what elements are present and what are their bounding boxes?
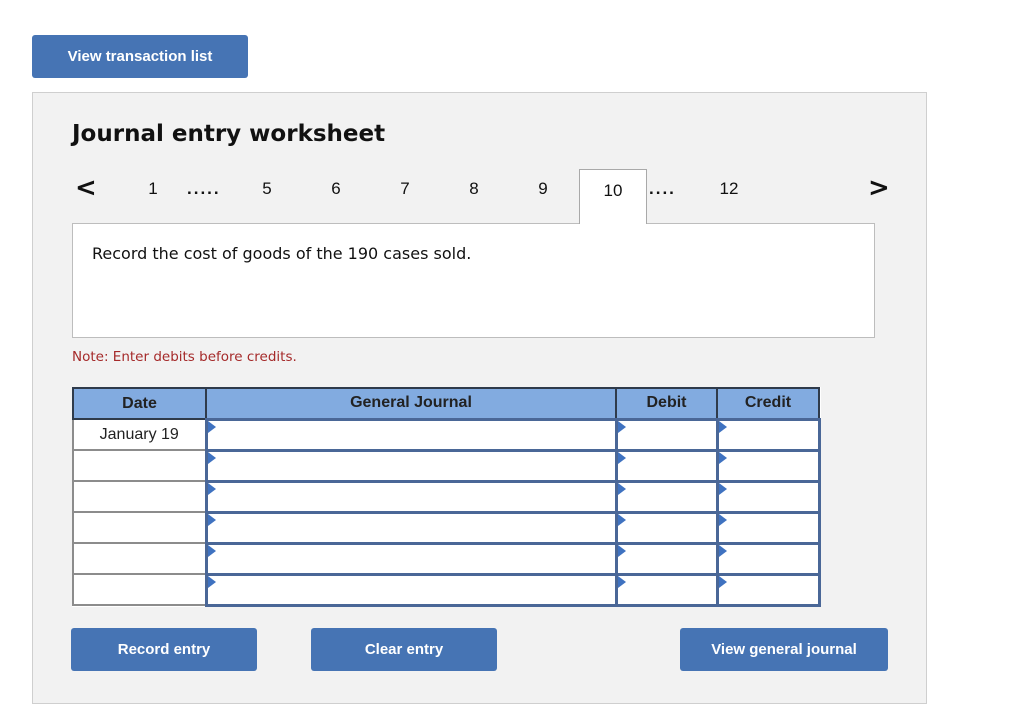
dropdown-indicator-icon — [207, 420, 216, 433]
credit-input-cell — [715, 479, 821, 514]
credit-input-cell — [715, 541, 821, 576]
credit-input-cell — [715, 448, 821, 483]
debit-input-cell — [614, 479, 719, 514]
general-journal-input[interactable] — [207, 575, 615, 604]
credit-input[interactable] — [718, 544, 818, 573]
column-header-credit: Credit — [716, 387, 820, 420]
dropdown-indicator-icon — [617, 482, 626, 495]
table-header-row: Date General Journal Debit Credit — [72, 387, 820, 420]
date-cell — [72, 573, 207, 606]
dropdown-indicator-icon — [207, 544, 216, 557]
debit-input[interactable] — [617, 544, 716, 573]
nav-item-12[interactable]: 12 — [717, 173, 741, 205]
dropdown-indicator-icon — [617, 420, 626, 433]
column-header-debit: Debit — [615, 387, 718, 420]
column-header-general-journal: General Journal — [205, 387, 617, 420]
dropdown-indicator-icon — [718, 482, 727, 495]
debit-input-cell — [614, 572, 719, 607]
dropdown-indicator-icon — [718, 544, 727, 557]
debit-input-cell — [614, 417, 719, 452]
credit-input[interactable] — [718, 482, 818, 511]
view-transaction-list-button[interactable]: View transaction list — [32, 35, 248, 78]
debit-input[interactable] — [617, 575, 716, 604]
prompt-text: Record the cost of goods of the 190 case… — [92, 244, 472, 263]
prompt-box: Record the cost of goods of the 190 case… — [72, 223, 875, 338]
date-cell — [72, 542, 207, 575]
debit-input[interactable] — [617, 451, 716, 480]
table-row — [72, 479, 821, 514]
nav-item-5[interactable]: 5 — [259, 173, 275, 205]
general-journal-input[interactable] — [207, 420, 615, 449]
table-row: January 19 — [72, 417, 821, 452]
debit-input[interactable] — [617, 420, 716, 449]
nav-ellipsis: ..... — [187, 179, 221, 198]
debit-input[interactable] — [617, 513, 716, 542]
general-journal-input[interactable] — [207, 513, 615, 542]
debit-input[interactable] — [617, 482, 716, 511]
table-row — [72, 572, 821, 607]
dropdown-indicator-icon — [617, 451, 626, 464]
record-entry-button[interactable]: Record entry — [71, 628, 257, 671]
nav-item-6[interactable]: 6 — [328, 173, 344, 205]
dropdown-indicator-icon — [718, 451, 727, 464]
nav-item-7[interactable]: 7 — [397, 173, 413, 205]
general-journal-input[interactable] — [207, 544, 615, 573]
general-journal-input-cell — [204, 572, 618, 607]
credit-input-cell — [715, 417, 821, 452]
dropdown-indicator-icon — [207, 451, 216, 464]
nav-ellipsis: .... — [649, 179, 676, 198]
chevron-left-icon[interactable]: < — [75, 173, 97, 203]
date-cell — [72, 449, 207, 482]
chevron-right-icon[interactable]: > — [868, 173, 890, 203]
date-cell: January 19 — [72, 418, 207, 451]
general-journal-input[interactable] — [207, 482, 615, 511]
date-cell — [72, 480, 207, 513]
view-general-journal-button[interactable]: View general journal — [680, 628, 888, 671]
dropdown-indicator-icon — [718, 420, 727, 433]
nav-item-10-active[interactable]: 10 — [579, 169, 647, 224]
column-header-date: Date — [72, 387, 207, 420]
debit-input-cell — [614, 510, 719, 545]
nav-item-1[interactable]: 1 — [145, 173, 161, 205]
dropdown-indicator-icon — [207, 513, 216, 526]
note-text: Note: Enter debits before credits. — [72, 349, 297, 365]
nav-item-8[interactable]: 8 — [466, 173, 482, 205]
dropdown-indicator-icon — [617, 575, 626, 588]
worksheet-title: Journal entry worksheet — [72, 121, 386, 147]
dropdown-indicator-icon — [718, 513, 727, 526]
general-journal-input-cell — [204, 448, 618, 483]
credit-input-cell — [715, 572, 821, 607]
credit-input[interactable] — [718, 420, 818, 449]
credit-input[interactable] — [718, 575, 818, 604]
journal-entry-worksheet-panel: Journal entry worksheet < 1 ..... 5 6 7 … — [32, 92, 927, 704]
dropdown-indicator-icon — [617, 544, 626, 557]
debit-input-cell — [614, 448, 719, 483]
credit-input-cell — [715, 510, 821, 545]
general-journal-input[interactable] — [207, 451, 615, 480]
table-row — [72, 510, 821, 545]
general-journal-input-cell — [204, 479, 618, 514]
table-row — [72, 541, 821, 576]
general-journal-input-cell — [204, 541, 618, 576]
table-row — [72, 448, 821, 483]
credit-input[interactable] — [718, 513, 818, 542]
dropdown-indicator-icon — [207, 575, 216, 588]
journal-table: Date General Journal Debit Credit Januar… — [72, 387, 821, 607]
general-journal-input-cell — [204, 417, 618, 452]
dropdown-indicator-icon — [617, 513, 626, 526]
credit-input[interactable] — [718, 451, 818, 480]
dropdown-indicator-icon — [207, 482, 216, 495]
clear-entry-button[interactable]: Clear entry — [311, 628, 497, 671]
date-cell — [72, 511, 207, 544]
dropdown-indicator-icon — [718, 575, 727, 588]
debit-input-cell — [614, 541, 719, 576]
nav-item-9[interactable]: 9 — [535, 173, 551, 205]
general-journal-input-cell — [204, 510, 618, 545]
